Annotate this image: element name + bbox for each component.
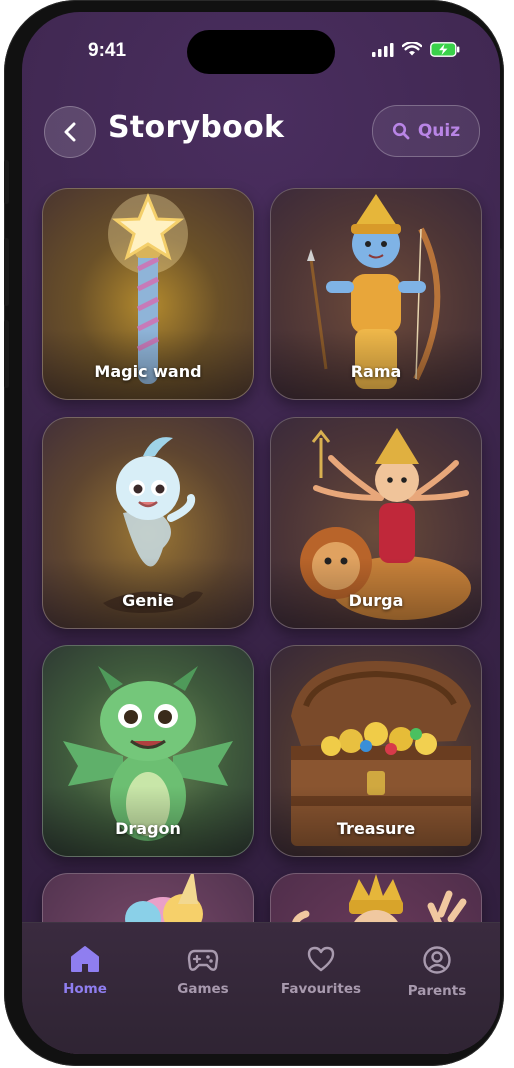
card-label: Magic wand: [94, 362, 202, 381]
user-circle-icon: [423, 946, 451, 974]
phone-frame: 9:41 Storybook Quiz Magic wand Rama Geni…: [4, 0, 504, 1066]
status-time: 9:41: [88, 40, 127, 61]
signal-icon: [372, 42, 394, 57]
tab-favourites-label: Favourites: [280, 981, 362, 997]
card-label: Treasure: [336, 819, 416, 838]
battery-charging-icon: [430, 42, 460, 57]
page-title: Storybook: [108, 110, 285, 145]
back-button[interactable]: [44, 106, 96, 158]
tab-games[interactable]: Games: [148, 945, 258, 1015]
tab-parents[interactable]: Parents: [382, 945, 492, 1015]
quiz-label: Quiz: [417, 121, 461, 141]
status-bar: 9:41: [22, 12, 500, 82]
story-card-durga[interactable]: Durga: [270, 417, 482, 629]
bottom-tab-bar: Home Games Favourites Parents: [22, 922, 500, 1054]
card-label: Rama: [350, 362, 402, 381]
tab-games-label: Games: [177, 981, 229, 997]
tab-favourites[interactable]: Favourites: [266, 945, 376, 1015]
dynamic-island: [187, 30, 335, 74]
story-card-treasure[interactable]: Treasure: [270, 645, 482, 857]
search-icon: [392, 122, 410, 140]
home-icon: [71, 946, 99, 972]
gamepad-icon: [187, 949, 219, 971]
card-label: Durga: [348, 591, 404, 610]
app-screen: 9:41 Storybook Quiz Magic wand Rama Geni…: [22, 12, 500, 1054]
quiz-button[interactable]: Quiz: [372, 105, 480, 157]
tab-home-label: Home: [63, 981, 107, 997]
chevron-left-icon: [64, 122, 76, 142]
wifi-icon: [402, 42, 422, 56]
story-card-genie[interactable]: Genie: [42, 417, 254, 629]
card-label: Dragon: [115, 819, 181, 838]
story-card-dragon[interactable]: Dragon: [42, 645, 254, 857]
action-button: [4, 160, 9, 204]
card-label: Genie: [122, 591, 174, 610]
volume-down-button: [4, 320, 9, 388]
volume-up-button: [4, 238, 9, 306]
heart-icon: [307, 946, 335, 972]
story-card-magic-wand[interactable]: Magic wand: [42, 188, 254, 400]
status-icons: [372, 42, 460, 57]
story-card-rama[interactable]: Rama: [270, 188, 482, 400]
tab-home[interactable]: Home: [30, 945, 140, 1015]
tab-parents-label: Parents: [407, 983, 467, 999]
